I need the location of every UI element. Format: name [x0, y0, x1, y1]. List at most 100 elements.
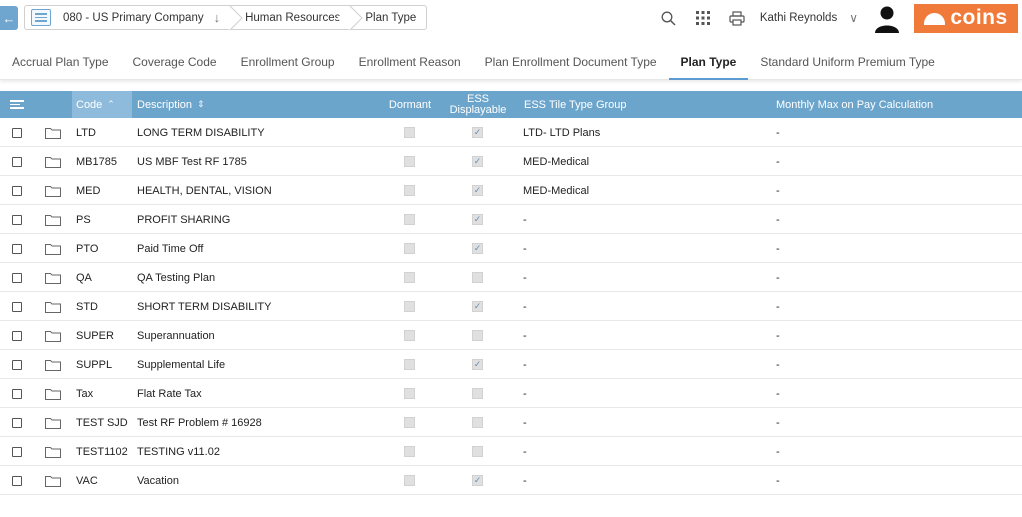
- table-row[interactable]: SUPER Superannuation - -: [0, 321, 1022, 350]
- tab-enrollment-group[interactable]: Enrollment Group: [229, 44, 347, 80]
- user-name[interactable]: Kathi Reynolds: [760, 12, 837, 24]
- breadcrumb: 080 - US Primary Company ↓ Human Resourc…: [24, 5, 428, 30]
- cell-description: SHORT TERM DISABILITY: [137, 300, 272, 313]
- print-icon[interactable]: [720, 3, 754, 33]
- table-row[interactable]: Tax Flat Rate Tax - -: [0, 379, 1022, 408]
- cell-monthly-max: -: [776, 300, 780, 313]
- tab-plan-type[interactable]: Plan Type: [668, 44, 749, 80]
- cell-monthly-max: -: [776, 445, 780, 458]
- table-row[interactable]: MED HEALTH, DENTAL, VISION ✓ MED-Medical -: [0, 176, 1022, 205]
- header-dormant[interactable]: Dormant: [385, 91, 435, 118]
- row-select-checkbox[interactable]: [12, 466, 22, 495]
- tab-enrollment-reason[interactable]: Enrollment Reason: [347, 44, 473, 80]
- table-row[interactable]: SUPPL Supplemental Life ✓ - -: [0, 350, 1022, 379]
- table-row[interactable]: VAC Vacation ✓ - -: [0, 466, 1022, 495]
- table-row[interactable]: TEST SJD Test RF Problem # 16928 - -: [0, 408, 1022, 437]
- folder-icon[interactable]: [45, 234, 61, 263]
- folder-icon[interactable]: [45, 118, 61, 147]
- header-ess-tile-type-group[interactable]: ESS Tile Type Group: [524, 91, 724, 118]
- row-select-checkbox[interactable]: [12, 176, 22, 205]
- folder-icon[interactable]: [45, 176, 61, 205]
- dormant-checkbox: [404, 437, 415, 466]
- table-row[interactable]: PS PROFIT SHARING ✓ - -: [0, 205, 1022, 234]
- dormant-checkbox: [404, 118, 415, 147]
- cell-description: US MBF Test RF 1785: [137, 155, 247, 168]
- list-icon[interactable]: [31, 9, 51, 26]
- header-monthly-max[interactable]: Monthly Max on Pay Calculation: [776, 91, 1016, 118]
- cell-code: VAC: [76, 474, 98, 487]
- row-select-checkbox[interactable]: [12, 118, 22, 147]
- search-icon[interactable]: [652, 3, 686, 33]
- row-select-checkbox[interactable]: [12, 350, 22, 379]
- cell-code: SUPER: [76, 329, 114, 342]
- cell-monthly-max: -: [776, 213, 780, 226]
- cell-tile-group: -: [523, 387, 527, 400]
- cell-code: TEST1102: [76, 445, 128, 458]
- dormant-checkbox: [404, 408, 415, 437]
- header-code[interactable]: Code ⌃: [72, 91, 132, 118]
- folder-icon[interactable]: [45, 205, 61, 234]
- folder-icon[interactable]: [45, 147, 61, 176]
- table-row[interactable]: STD SHORT TERM DISABILITY ✓ - -: [0, 292, 1022, 321]
- breadcrumb-company[interactable]: 080 - US Primary Company ↓: [24, 5, 231, 30]
- row-select-checkbox[interactable]: [12, 379, 22, 408]
- user-avatar-icon[interactable]: [872, 3, 902, 33]
- breadcrumb-module[interactable]: Human Resources: [230, 5, 351, 30]
- tab-accrual-plan-type[interactable]: Accrual Plan Type: [0, 44, 121, 80]
- cell-description: Supplemental Life: [137, 358, 226, 371]
- table-row[interactable]: MB1785 US MBF Test RF 1785 ✓ MED-Medical -: [0, 147, 1022, 176]
- tab-standard-uniform-premium-type[interactable]: Standard Uniform Premium Type: [748, 44, 947, 80]
- table-row[interactable]: TEST1102 TESTING v11.02 - -: [0, 437, 1022, 466]
- row-select-checkbox[interactable]: [12, 263, 22, 292]
- cell-description: TESTING v11.02: [137, 445, 220, 458]
- folder-icon[interactable]: [45, 350, 61, 379]
- cell-monthly-max: -: [776, 242, 780, 255]
- row-select-checkbox[interactable]: [12, 437, 22, 466]
- folder-icon[interactable]: [45, 292, 61, 321]
- folder-icon[interactable]: [45, 321, 61, 350]
- folder-icon[interactable]: [45, 466, 61, 495]
- row-select-checkbox[interactable]: [12, 205, 22, 234]
- table-row[interactable]: LTD LONG TERM DISABILITY ✓ LTD- LTD Plans -: [0, 118, 1022, 147]
- row-select-checkbox[interactable]: [12, 147, 22, 176]
- cell-tile-group: MED-Medical: [523, 184, 590, 197]
- apps-grid-icon[interactable]: [686, 3, 720, 33]
- row-select-checkbox[interactable]: [12, 408, 22, 437]
- column-menu-icon[interactable]: [10, 91, 40, 118]
- row-select-checkbox[interactable]: [12, 321, 22, 350]
- cell-description: PROFIT SHARING: [137, 213, 231, 226]
- grid-header: Code ⌃ Description ⇕ Dormant ESS Display…: [0, 91, 1022, 118]
- breadcrumb-page-label: Plan Type: [365, 11, 417, 24]
- cell-tile-group: -: [523, 213, 527, 226]
- tab-coverage-code[interactable]: Coverage Code: [121, 44, 229, 80]
- cell-code: PTO: [76, 242, 99, 255]
- row-select-checkbox[interactable]: [12, 234, 22, 263]
- folder-icon[interactable]: [45, 408, 61, 437]
- table-row[interactable]: QA QA Testing Plan - -: [0, 263, 1022, 292]
- dormant-checkbox: [404, 379, 415, 408]
- cell-code: TEST SJD: [76, 416, 128, 429]
- ess-displayable-checkbox: [472, 379, 483, 408]
- ess-displayable-checkbox: [472, 263, 483, 292]
- cell-monthly-max: -: [776, 126, 780, 139]
- chevron-down-icon[interactable]: ↓: [214, 10, 221, 25]
- cell-tile-group: -: [523, 242, 527, 255]
- header-description[interactable]: Description ⇕: [137, 91, 337, 118]
- header-ess-displayable[interactable]: ESS Displayable: [446, 91, 510, 118]
- dormant-checkbox: [404, 292, 415, 321]
- folder-icon[interactable]: [45, 379, 61, 408]
- folder-icon[interactable]: [45, 263, 61, 292]
- cell-code: Tax: [76, 387, 94, 400]
- plan-type-grid: Code ⌃ Description ⇕ Dormant ESS Display…: [0, 91, 1022, 495]
- breadcrumb-company-label: 080 - US Primary Company: [63, 11, 204, 24]
- cell-monthly-max: -: [776, 416, 780, 429]
- ess-displayable-checkbox: [472, 321, 483, 350]
- tab-bar: Accrual Plan Type Coverage Code Enrollme…: [0, 44, 1022, 80]
- back-arrow-icon[interactable]: ←: [0, 6, 18, 30]
- ess-displayable-checkbox: ✓: [472, 127, 483, 138]
- user-menu-chevron-icon[interactable]: ∨: [849, 11, 858, 25]
- row-select-checkbox[interactable]: [12, 292, 22, 321]
- folder-icon[interactable]: [45, 437, 61, 466]
- table-row[interactable]: PTO Paid Time Off ✓ - -: [0, 234, 1022, 263]
- tab-plan-enrollment-document-type[interactable]: Plan Enrollment Document Type: [473, 44, 669, 80]
